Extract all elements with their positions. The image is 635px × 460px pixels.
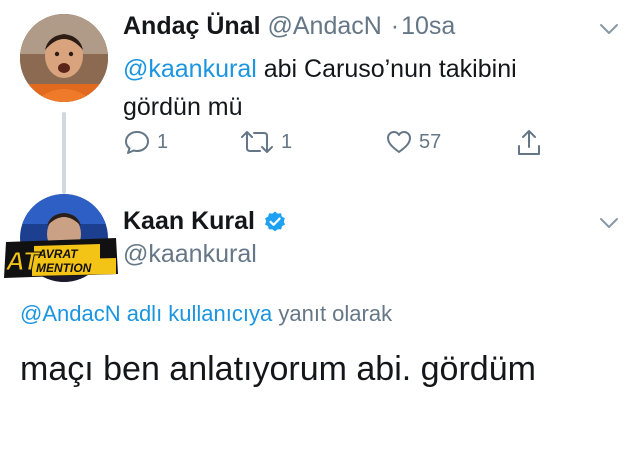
- display-name[interactable]: Andaç Ünal: [123, 12, 261, 40]
- reply-tweet-header: Andaç Ünal @AndacN ·10sa: [123, 12, 455, 41]
- reply-button[interactable]: 1: [123, 128, 168, 156]
- retweet-count: 1: [281, 130, 293, 153]
- thread-connector-line: [62, 112, 66, 194]
- retweet-icon: [241, 131, 273, 153]
- tweet-text-line2: gördün mü: [123, 93, 243, 121]
- share-button[interactable]: [515, 128, 543, 158]
- like-icon: [387, 131, 411, 153]
- share-icon: [518, 130, 540, 155]
- like-button[interactable]: 57: [385, 128, 441, 156]
- svg-text:MENTION: MENTION: [36, 261, 92, 275]
- reply-context-text: yanıt olarak: [272, 301, 393, 326]
- separator: ·: [390, 12, 400, 40]
- tweet-text-line1: abi Caruso’nun takibini: [256, 55, 517, 83]
- like-count: 57: [419, 130, 442, 153]
- reply-count: 1: [157, 130, 169, 153]
- retweet-button[interactable]: 1: [239, 128, 292, 156]
- reply-tweet-text: @kaankural abi Caruso’nun takibini gördü…: [123, 50, 593, 126]
- logo-at-avrat-mention: AT AVRAT MENTION: [4, 238, 118, 278]
- verified-badge-icon: [264, 211, 285, 231]
- user-handle[interactable]: @AndacN: [267, 12, 381, 40]
- user-handle[interactable]: @kaankural: [123, 240, 257, 269]
- svg-text:AVRAT: AVRAT: [37, 247, 79, 261]
- avatar-kaankural[interactable]: AT AVRAT MENTION: [4, 194, 120, 290]
- timestamp[interactable]: 10sa: [401, 12, 455, 40]
- chevron-down-icon[interactable]: [598, 18, 620, 40]
- main-tweet-text: maçı ben anlatıyorum abi. gördüm: [20, 350, 536, 388]
- mention-link[interactable]: @kaankural: [123, 55, 257, 83]
- reply-context: @AndacN adlı kullanıcıya yanıt olarak: [20, 301, 392, 327]
- chevron-down-icon[interactable]: [598, 212, 620, 234]
- main-tweet-name-row: Kaan Kural: [123, 207, 287, 236]
- reply-icon: [125, 131, 149, 154]
- reply-context-link[interactable]: @AndacN adlı kullanıcıya: [20, 301, 272, 326]
- display-name[interactable]: Kaan Kural: [123, 207, 255, 236]
- tweet-actions: 1 1 57: [123, 128, 563, 162]
- avatar-andac[interactable]: [20, 14, 108, 102]
